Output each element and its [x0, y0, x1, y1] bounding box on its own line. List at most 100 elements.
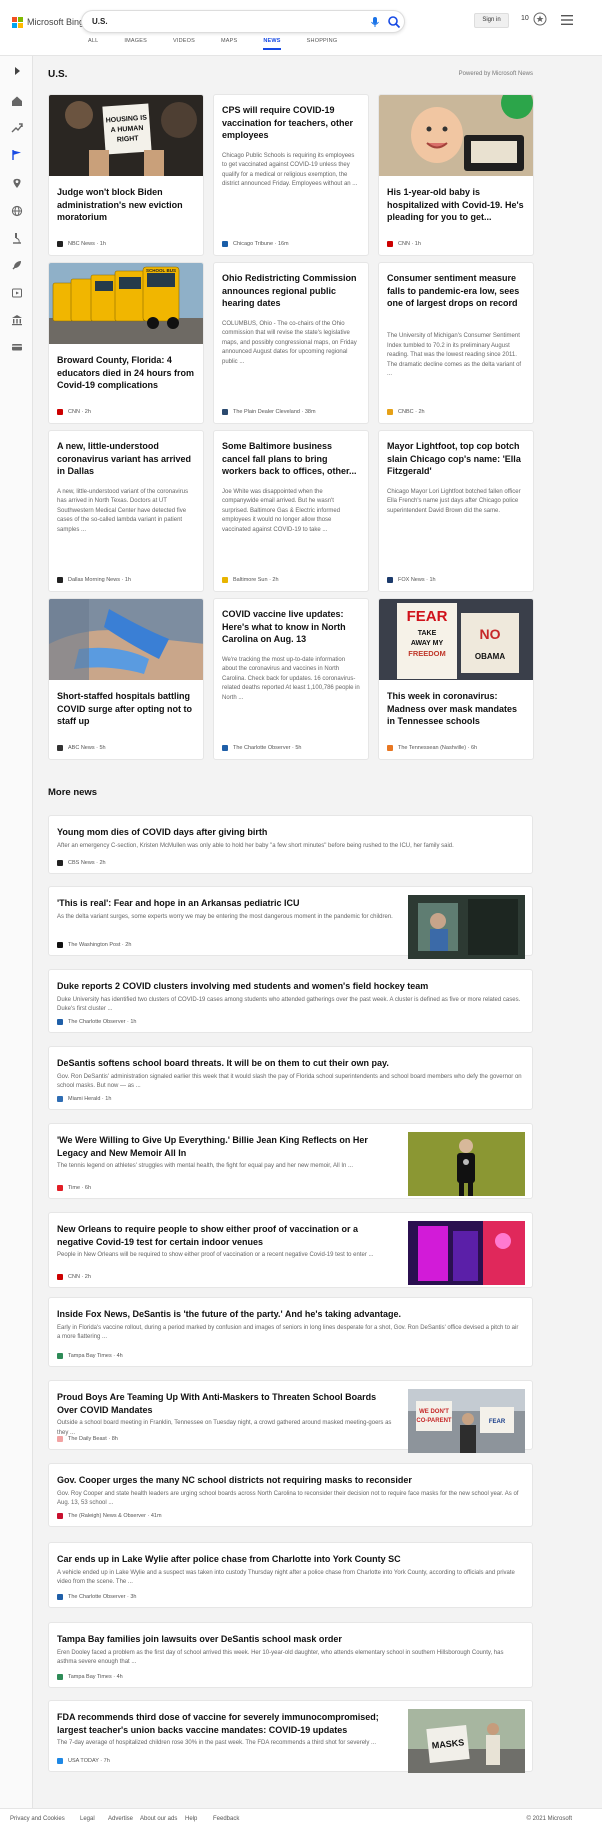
- entertainment-film-icon[interactable]: [11, 287, 23, 299]
- more-news-item[interactable]: 'We Were Willing to Give Up Everything.'…: [48, 1123, 533, 1199]
- footer-link-advertise[interactable]: Advertise: [108, 1816, 133, 1822]
- news-card[interactable]: Consumer sentiment measure falls to pand…: [378, 262, 534, 424]
- more-news-thumbnail[interactable]: [408, 895, 525, 959]
- news-card-title[interactable]: A new, little-understood coronavirus var…: [57, 440, 195, 478]
- rewards-medal-icon[interactable]: [533, 12, 547, 26]
- more-news-item[interactable]: Tampa Bay families join lawsuits over De…: [48, 1622, 533, 1688]
- news-card-source[interactable]: The Plain Dealer Cleveland · 38m: [222, 409, 316, 415]
- tab-images[interactable]: IMAGES: [124, 38, 147, 50]
- politics-capitol-icon[interactable]: [11, 314, 23, 326]
- more-news-source[interactable]: CNN · 2h: [57, 1274, 91, 1280]
- news-card-source[interactable]: ABC News · 5h: [57, 745, 106, 751]
- more-news-thumbnail[interactable]: [408, 1221, 525, 1285]
- rewards-count[interactable]: 10: [521, 15, 529, 22]
- news-card-source[interactable]: NBC News · 1h: [57, 241, 106, 247]
- more-news-item[interactable]: Proud Boys Are Teaming Up With Anti-Mask…: [48, 1380, 533, 1453]
- news-card-title[interactable]: Judge won't block Biden administration's…: [57, 186, 195, 224]
- more-news-title[interactable]: Young mom dies of COVID days after givin…: [57, 826, 522, 839]
- more-news-item[interactable]: Young mom dies of COVID days after givin…: [48, 815, 533, 874]
- tab-all[interactable]: ALL: [88, 38, 98, 50]
- news-card-source[interactable]: CNN · 1h: [387, 241, 421, 247]
- more-news-title[interactable]: Duke reports 2 COVID clusters involving …: [57, 980, 522, 993]
- more-news-title[interactable]: Gov. Cooper urges the many NC school dis…: [57, 1474, 522, 1487]
- footer-link-help[interactable]: Help: [185, 1816, 197, 1822]
- science-microscope-icon[interactable]: [11, 232, 23, 244]
- hamburger-menu-icon[interactable]: [561, 15, 573, 25]
- news-card-source[interactable]: The Tennessean (Nashville) · 6h: [387, 745, 477, 751]
- more-news-title[interactable]: DeSantis softens school board threats. I…: [57, 1057, 522, 1070]
- news-card-title[interactable]: Mayor Lightfoot, top cop botch slain Chi…: [387, 440, 525, 478]
- news-card[interactable]: Some Baltimore business cancel fall plan…: [213, 430, 369, 592]
- more-news-title[interactable]: Tampa Bay families join lawsuits over De…: [57, 1633, 522, 1646]
- news-card[interactable]: Short-staffed hospitals battling COVID s…: [48, 598, 204, 760]
- home-icon[interactable]: [11, 95, 23, 107]
- news-card[interactable]: A new, little-understood coronavirus var…: [48, 430, 204, 592]
- search-box[interactable]: U.S.: [81, 10, 405, 33]
- more-news-source[interactable]: Tampa Bay Times · 4h: [57, 1674, 123, 1680]
- expand-sidebar-icon[interactable]: [11, 65, 23, 77]
- news-card-source[interactable]: Baltimore Sun · 2h: [222, 577, 279, 583]
- news-card-image[interactable]: SCHOOL BUS: [49, 263, 203, 344]
- more-news-source[interactable]: The Charlotte Observer · 3h: [57, 1594, 136, 1600]
- more-news-source[interactable]: USA TODAY · 7h: [57, 1758, 110, 1764]
- more-news-source[interactable]: The Charlotte Observer · 1h: [57, 1019, 136, 1025]
- more-news-title[interactable]: Inside Fox News, DeSantis is 'the future…: [57, 1308, 522, 1321]
- news-card[interactable]: Mayor Lightfoot, top cop botch slain Chi…: [378, 430, 534, 592]
- news-card-title[interactable]: Consumer sentiment measure falls to pand…: [387, 272, 525, 310]
- more-news-source[interactable]: The Washington Post · 2h: [57, 942, 131, 948]
- more-news-item[interactable]: New Orleans to require people to show ei…: [48, 1212, 533, 1288]
- news-card-image[interactable]: HOUSING IS A HUMAN RIGHT: [49, 95, 203, 176]
- news-card-image[interactable]: [379, 95, 533, 176]
- more-news-thumbnail[interactable]: WE DON'T CO-PARENT FEAR: [408, 1389, 525, 1453]
- more-news-title[interactable]: New Orleans to require people to show ei…: [57, 1223, 397, 1248]
- more-news-thumbnail[interactable]: MASKS: [408, 1709, 525, 1773]
- news-card-title[interactable]: Ohio Redistricting Commission announces …: [222, 272, 360, 310]
- footer-link-privacy-and-cookies[interactable]: Privacy and Cookies: [10, 1816, 65, 1822]
- news-card-title[interactable]: Broward County, Florida: 4 educators die…: [57, 354, 195, 392]
- news-card-title[interactable]: Some Baltimore business cancel fall plan…: [222, 440, 360, 478]
- news-card[interactable]: Ohio Redistricting Commission announces …: [213, 262, 369, 424]
- news-card-title[interactable]: COVID vaccine live updates: Here's what …: [222, 608, 360, 646]
- more-news-source[interactable]: The Daily Beast · 8h: [57, 1436, 118, 1442]
- footer-link-about-our-ads[interactable]: About our ads: [140, 1816, 177, 1822]
- news-card-title[interactable]: Short-staffed hospitals battling COVID s…: [57, 690, 195, 728]
- more-news-source[interactable]: Tampa Bay Times · 4h: [57, 1353, 123, 1359]
- news-card-title[interactable]: This week in coronavirus: Madness over m…: [387, 690, 525, 728]
- more-news-source[interactable]: Time · 6h: [57, 1185, 91, 1191]
- news-card-source[interactable]: FOX News · 1h: [387, 577, 436, 583]
- more-news-item[interactable]: Inside Fox News, DeSantis is 'the future…: [48, 1297, 533, 1367]
- news-card-title[interactable]: His 1-year-old baby is hospitalized with…: [387, 186, 525, 224]
- more-news-title[interactable]: FDA recommends third dose of vaccine for…: [57, 1711, 397, 1736]
- more-news-source[interactable]: The (Raleigh) News & Observer · 41m: [57, 1513, 162, 1519]
- more-news-thumbnail[interactable]: [408, 1132, 525, 1196]
- tab-videos[interactable]: VIDEOS: [173, 38, 195, 50]
- footer-link-legal[interactable]: Legal: [80, 1816, 95, 1822]
- us-news-flag-icon[interactable]: [11, 149, 23, 161]
- more-news-title[interactable]: 'We Were Willing to Give Up Everything.'…: [57, 1134, 397, 1159]
- more-news-item[interactable]: Duke reports 2 COVID clusters involving …: [48, 969, 533, 1033]
- news-card-source[interactable]: The Charlotte Observer · 5h: [222, 745, 301, 751]
- local-pin-icon[interactable]: [11, 177, 23, 189]
- search-icon[interactable]: [387, 15, 401, 29]
- technology-rocket-icon[interactable]: [11, 259, 23, 271]
- trending-icon[interactable]: [11, 122, 23, 134]
- news-card[interactable]: FEAR TAKE AWAY MY FREEDOM NO OBAMA This week i…: [378, 598, 534, 760]
- tab-maps[interactable]: MAPS: [221, 38, 237, 50]
- news-card-source[interactable]: Dallas Morning News · 1h: [57, 577, 131, 583]
- more-news-item[interactable]: 'This is real': Fear and hope in an Arka…: [48, 886, 533, 959]
- news-card-image[interactable]: [49, 599, 203, 680]
- footer-link-feedback[interactable]: Feedback: [213, 1816, 239, 1822]
- news-card-title[interactable]: CPS will require COVID-19 vaccination fo…: [222, 104, 360, 142]
- news-card[interactable]: SCHOOL BUS Broward County, Florida: 4 edu…: [48, 262, 204, 424]
- bing-logo[interactable]: Microsoft Bing: [12, 15, 84, 29]
- news-card[interactable]: HOUSING IS A HUMAN RIGHT Judge won't block …: [48, 94, 204, 256]
- search-input[interactable]: U.S.: [92, 17, 108, 26]
- news-card[interactable]: COVID vaccine live updates: Here's what …: [213, 598, 369, 760]
- more-news-item[interactable]: DeSantis softens school board threats. I…: [48, 1046, 533, 1110]
- news-card[interactable]: His 1-year-old baby is hospitalized with…: [378, 94, 534, 256]
- tab-shopping[interactable]: SHOPPING: [307, 38, 338, 50]
- more-news-source[interactable]: CBS News · 2h: [57, 860, 106, 866]
- more-news-item[interactable]: Car ends up in Lake Wylie after police c…: [48, 1542, 533, 1608]
- tab-news[interactable]: NEWS: [263, 38, 281, 50]
- news-card-source[interactable]: CNN · 2h: [57, 409, 91, 415]
